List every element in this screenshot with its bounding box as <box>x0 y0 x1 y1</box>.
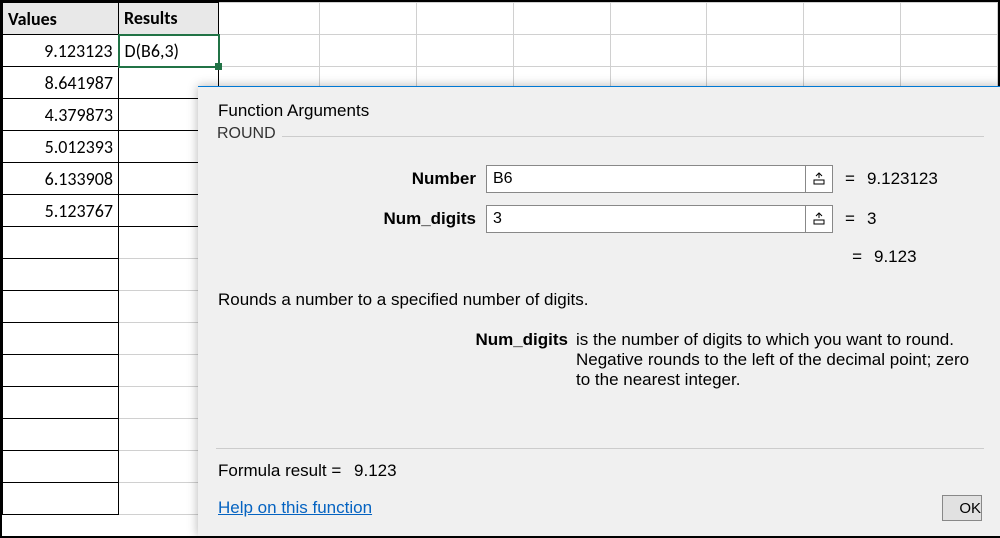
dialog-title: Function Arguments <box>198 87 1000 131</box>
cell[interactable] <box>417 35 514 67</box>
value-cell[interactable]: 8.641987 <box>3 67 119 99</box>
value-cell[interactable]: 6.133908 <box>3 163 119 195</box>
cell[interactable] <box>219 35 320 67</box>
result-eval: 9.123 <box>874 247 964 267</box>
cell[interactable] <box>610 3 707 35</box>
cell[interactable] <box>320 35 417 67</box>
number-eval: 9.123123 <box>867 169 938 189</box>
header-values[interactable]: Values <box>3 3 119 35</box>
value-cell[interactable]: 5.123767 <box>3 195 119 227</box>
divider <box>216 448 984 449</box>
cell[interactable] <box>707 3 804 35</box>
fill-handle[interactable] <box>215 63 222 70</box>
collapse-dialog-icon <box>812 172 826 186</box>
cell[interactable] <box>219 3 320 35</box>
cell[interactable] <box>3 355 119 387</box>
active-cell[interactable]: D(B6,3) <box>119 35 219 67</box>
cell[interactable] <box>707 35 804 67</box>
equals-sign: = <box>845 209 855 229</box>
value-cell[interactable]: 9.123123 <box>3 35 119 67</box>
formula-result-value: 9.123 <box>354 461 397 480</box>
cell[interactable] <box>3 483 119 515</box>
cell[interactable] <box>804 3 901 35</box>
formula-result-row: Formula result = 9.123 <box>198 457 1000 495</box>
ref-edit-button-numdigits[interactable] <box>805 205 833 233</box>
arg-description-row: Num_digits is the number of digits to wh… <box>198 316 1000 398</box>
cell[interactable] <box>3 259 119 291</box>
function-arguments-dialog: Function Arguments ROUND Number = 9.1231… <box>198 86 1000 536</box>
equals-sign: = <box>845 169 855 189</box>
cell[interactable] <box>3 387 119 419</box>
cell[interactable] <box>610 35 707 67</box>
arg-row-numdigits: Num_digits = 3 <box>226 199 984 239</box>
cell[interactable] <box>3 227 119 259</box>
numdigits-eval: 3 <box>867 209 876 229</box>
equals-sign: = <box>852 247 862 267</box>
arg-description-text: is the number of digits to which you wan… <box>576 330 982 390</box>
arg-description-name: Num_digits <box>218 330 576 390</box>
cell[interactable] <box>417 3 514 35</box>
value-cell[interactable]: 4.379873 <box>3 99 119 131</box>
function-description: Rounds a number to a specified number of… <box>198 284 1000 316</box>
formula-text: D(B6,3) <box>125 40 180 62</box>
ok-button[interactable]: OK <box>942 495 982 521</box>
cell[interactable] <box>513 3 610 35</box>
arg-row-number: Number = 9.123123 <box>226 159 984 199</box>
dialog-bottom-row: Help on this function OK <box>198 495 1000 521</box>
cell[interactable] <box>3 451 119 483</box>
cell[interactable] <box>901 3 998 35</box>
cell[interactable] <box>513 35 610 67</box>
result-row: = 9.123 <box>216 239 984 279</box>
formula-result-label: Formula result = <box>218 461 341 480</box>
function-fieldset: ROUND Number = 9.123123 Num_digits = 3 =… <box>216 136 984 279</box>
cell[interactable] <box>3 291 119 323</box>
collapse-dialog-icon <box>812 212 826 226</box>
number-input[interactable] <box>486 165 806 193</box>
function-name-label: ROUND <box>211 125 282 143</box>
ref-edit-button-number[interactable] <box>805 165 833 193</box>
value-cell[interactable]: 5.012393 <box>3 131 119 163</box>
numdigits-input[interactable] <box>486 205 806 233</box>
help-link[interactable]: Help on this function <box>218 498 372 518</box>
cell[interactable] <box>804 35 901 67</box>
cell[interactable] <box>3 323 119 355</box>
cell[interactable] <box>901 35 998 67</box>
cell[interactable] <box>320 3 417 35</box>
cell[interactable] <box>3 419 119 451</box>
arg-label-numdigits: Num_digits <box>226 209 486 229</box>
header-results[interactable]: Results <box>119 3 219 35</box>
arg-label-number: Number <box>226 169 486 189</box>
